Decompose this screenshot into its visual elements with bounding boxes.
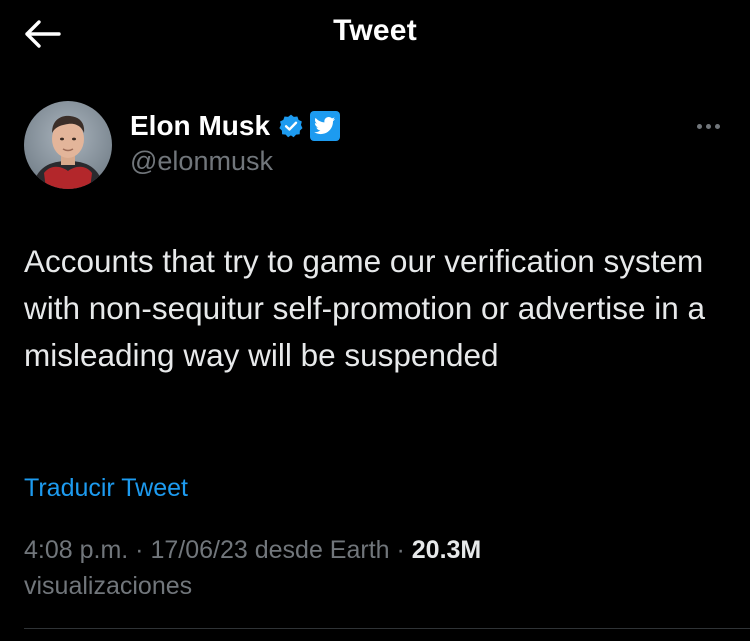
views-label[interactable]: visualizaciones <box>24 572 192 600</box>
tweet-source: desde Earth <box>247 536 390 564</box>
page-title: Tweet <box>333 14 417 47</box>
more-options-button[interactable] <box>690 112 726 140</box>
views-count[interactable]: 20.3M <box>412 536 481 564</box>
tweet-time[interactable]: 4:08 p.m. <box>24 536 128 564</box>
tweet-date[interactable]: 17/06/23 <box>150 536 247 564</box>
meta-separator: · <box>128 536 151 564</box>
tweet-text: Accounts that try to game our verificati… <box>24 243 706 373</box>
verified-badge-icon[interactable] <box>278 113 304 139</box>
author-name-row[interactable]: Elon Musk <box>130 108 341 144</box>
more-dot-icon <box>705 123 711 129</box>
meta-separator: · <box>389 536 412 564</box>
tweet-meta: 4:08 p.m. · 17/06/23 desde Earth · 20.3M… <box>24 532 724 604</box>
avatar[interactable] <box>24 101 112 189</box>
author-name[interactable]: Elon Musk <box>130 110 270 142</box>
tweet-detail-page: Tweet Elon Musk @elonmusk Accounts that … <box>0 0 750 641</box>
more-dot-icon <box>714 123 720 129</box>
more-dot-icon <box>696 123 702 129</box>
divider <box>24 628 750 629</box>
translate-tweet-link[interactable]: Traducir Tweet <box>24 474 188 503</box>
header-bar: Tweet <box>0 0 750 68</box>
avatar-image <box>24 101 112 189</box>
twitter-bird-icon[interactable] <box>310 111 341 141</box>
author-handle[interactable]: @elonmusk <box>130 146 273 177</box>
